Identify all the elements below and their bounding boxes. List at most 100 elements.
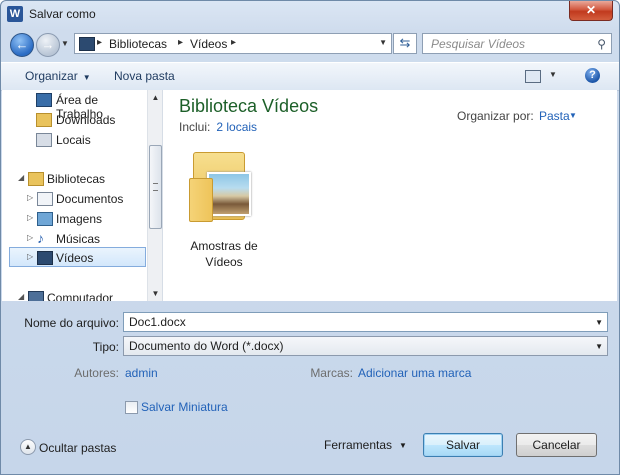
- sidebar-item-label: Músicas: [56, 232, 101, 246]
- view-options-dropdown-icon[interactable]: ▼: [549, 70, 557, 79]
- search-icon: ⚲: [597, 37, 606, 51]
- authors-label: Autores:: [74, 366, 119, 380]
- includes-label: Inclui:: [179, 120, 211, 134]
- sidebar-item-computador[interactable]: ◢ Computador: [2, 288, 147, 301]
- sidebar-item-label: Downloads: [56, 113, 116, 127]
- breadcrumb-separator-icon[interactable]: ▸: [178, 37, 183, 48]
- title-bar: W Salvar como ✕: [1, 1, 619, 29]
- file-type-label: Tipo:: [92, 340, 119, 354]
- filename-input[interactable]: Doc1.docx ▼: [123, 312, 608, 332]
- places-icon: [36, 133, 52, 147]
- breadcrumb-videos[interactable]: Vídeos: [190, 37, 227, 51]
- sidebar-item-desktop[interactable]: Área de Trabalho: [2, 90, 147, 121]
- collapse-arrow-icon[interactable]: ◢: [18, 292, 24, 301]
- pictures-library-icon: [37, 212, 53, 226]
- filename-label: Nome do arquivo:: [24, 316, 119, 330]
- hide-folders-button[interactable]: Ocultar pastas: [39, 441, 116, 455]
- music-library-icon: ♪: [37, 230, 44, 246]
- address-bar[interactable]: ▸ Bibliotecas ▸ Vídeos ▸ ▼: [74, 33, 392, 54]
- chevron-down-icon[interactable]: ▼: [595, 342, 603, 351]
- folder-item[interactable]: [187, 148, 255, 222]
- forward-button[interactable]: →: [36, 33, 60, 57]
- libraries-icon: [28, 172, 44, 186]
- forward-arrow-icon: →: [41, 37, 55, 52]
- chevron-down-icon[interactable]: ▼: [595, 318, 603, 327]
- sidebar-item-documentos[interactable]: ▷ Documentos: [2, 189, 147, 209]
- sidebar-item-locais[interactable]: Locais: [2, 130, 147, 150]
- arrange-by-dropdown[interactable]: Pasta: [539, 109, 570, 123]
- grip-icon: [153, 183, 158, 191]
- file-type-value: Documento do Word (*.docx): [129, 339, 284, 353]
- organize-label: Organizar: [25, 69, 78, 83]
- cancel-button[interactable]: Cancelar: [516, 433, 597, 457]
- expand-arrow-icon[interactable]: ▷: [27, 252, 33, 261]
- address-dropdown-icon[interactable]: ▼: [379, 38, 387, 47]
- sidebar-item-downloads[interactable]: Downloads: [2, 110, 147, 130]
- sidebar-item-label: Locais: [56, 133, 91, 147]
- save-as-dialog: W Salvar como ✕ ← → ▼ ▸ Bibliotecas ▸ Ví…: [0, 0, 620, 475]
- expand-arrow-icon[interactable]: ▷: [27, 233, 33, 242]
- add-tag-field[interactable]: Adicionar uma marca: [358, 366, 471, 380]
- navigation-bar: ← → ▼ ▸ Bibliotecas ▸ Vídeos ▸ ▼ ⇆ Pesqu…: [1, 31, 619, 57]
- downloads-folder-icon: [36, 113, 52, 127]
- file-type-select[interactable]: Documento do Word (*.docx) ▼: [123, 336, 608, 356]
- breadcrumb-separator-icon[interactable]: ▸: [97, 37, 102, 48]
- sidebar-item-bibliotecas[interactable]: ◢ Bibliotecas: [2, 169, 147, 189]
- tools-menu[interactable]: Ferramentas: [324, 438, 392, 452]
- library-includes: Inclui: 2 locais: [179, 120, 257, 134]
- file-list-pane: Biblioteca Vídeos Inclui: 2 locais Organi…: [163, 90, 617, 301]
- videos-library-icon: [79, 37, 95, 51]
- sidebar-item-videos[interactable]: ▷ Vídeos: [9, 247, 146, 267]
- sidebar-item-imagens[interactable]: ▷ Imagens: [2, 209, 147, 229]
- recent-locations-dropdown-icon[interactable]: ▼: [61, 39, 69, 48]
- expand-arrow-icon[interactable]: ▷: [27, 213, 33, 222]
- videos-library-icon: [37, 251, 53, 265]
- sidebar-item-label: Computador: [47, 291, 114, 301]
- scroll-down-icon[interactable]: ▼: [148, 286, 162, 301]
- computer-icon: [28, 291, 44, 301]
- sidebar-item-musicas[interactable]: ▷ ♪ Músicas: [2, 229, 147, 249]
- back-button[interactable]: ←: [10, 33, 34, 57]
- video-thumbnail: [207, 172, 251, 216]
- folder-label-line: Amostras de: [190, 239, 258, 253]
- chevron-down-icon[interactable]: ▼: [399, 441, 407, 450]
- chevron-down-icon[interactable]: ▼: [569, 111, 577, 120]
- scrollbar-thumb[interactable]: [149, 145, 162, 229]
- collapse-arrow-icon[interactable]: ◢: [18, 173, 24, 182]
- tags-label: Marcas:: [310, 366, 353, 380]
- desktop-icon: [36, 93, 52, 107]
- expand-arrow-icon[interactable]: ▷: [27, 193, 33, 202]
- search-input[interactable]: Pesquisar Vídeos ⚲: [422, 33, 612, 54]
- back-arrow-icon: ←: [15, 37, 29, 52]
- window-title: Salvar como: [29, 7, 96, 21]
- arrange-by-label: Organizar por:: [457, 109, 534, 123]
- refresh-button[interactable]: ⇆: [393, 33, 417, 54]
- sidebar-item-label: Bibliotecas: [47, 172, 106, 186]
- navigation-pane-scrollbar[interactable]: ▲ ▼: [147, 90, 162, 301]
- collapse-up-icon[interactable]: ▲: [20, 439, 36, 455]
- folder-flap: [189, 178, 213, 222]
- scroll-up-icon[interactable]: ▲: [148, 90, 162, 105]
- new-folder-button[interactable]: Nova pasta: [114, 69, 175, 83]
- breadcrumb-bibliotecas[interactable]: Bibliotecas: [109, 37, 167, 51]
- word-app-icon: W: [7, 6, 23, 22]
- authors-field[interactable]: admin: [125, 366, 158, 380]
- close-button[interactable]: ✕: [569, 1, 613, 21]
- folder-item-label[interactable]: Amostras de Vídeos: [179, 238, 269, 270]
- sidebar-item-label: Documentos: [56, 192, 124, 206]
- includes-locations-link[interactable]: 2 locais: [216, 120, 257, 134]
- organize-menu[interactable]: Organizar ▼: [25, 69, 91, 83]
- save-button[interactable]: Salvar: [423, 433, 503, 457]
- refresh-icon: ⇆: [399, 35, 411, 50]
- filename-value: Doc1.docx: [129, 315, 186, 329]
- help-icon[interactable]: ?: [585, 68, 600, 83]
- sidebar-item-label: Vídeos: [56, 251, 94, 265]
- close-icon: ✕: [585, 3, 597, 17]
- save-thumbnail-label[interactable]: Salvar Miniatura: [141, 400, 228, 414]
- documents-library-icon: [37, 192, 53, 206]
- save-thumbnail-checkbox[interactable]: [125, 401, 138, 414]
- breadcrumb-separator-icon[interactable]: ▸: [231, 37, 236, 48]
- change-view-icon[interactable]: [525, 70, 541, 83]
- command-bar: Organizar ▼ Nova pasta ▼ ?: [1, 62, 619, 91]
- chevron-down-icon: ▼: [82, 73, 91, 82]
